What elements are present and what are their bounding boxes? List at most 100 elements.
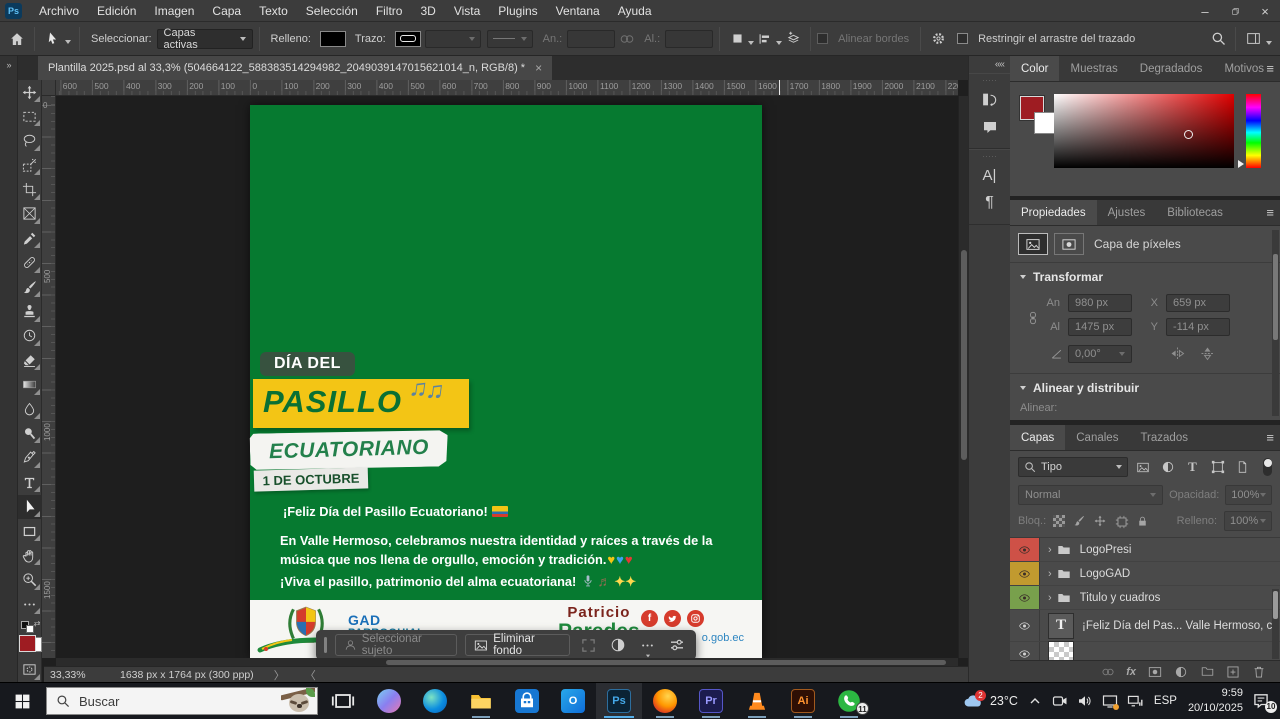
menu-archivo[interactable]: Archivo	[30, 0, 88, 22]
document-tab[interactable]: Plantilla 2025.psd al 33,3% (504664122_5…	[38, 56, 552, 80]
crop-tool[interactable]	[18, 178, 42, 202]
foreground-background-swatches[interactable]	[18, 635, 42, 651]
background-color-swatch-panel[interactable]	[1034, 112, 1056, 134]
cast-button[interactable]	[1102, 693, 1118, 709]
weather-widget[interactable]: 2 23°C	[962, 691, 1018, 711]
layer-row-2[interactable]: ›LogoGAD	[1010, 562, 1280, 586]
layer-filter-toggle[interactable]	[1263, 458, 1272, 476]
opacity-field[interactable]: 100%	[1225, 485, 1272, 505]
tool-preset-button[interactable]	[41, 28, 63, 50]
tab-color[interactable]: Color	[1010, 56, 1059, 81]
taskbar-illustrator[interactable]: Ai	[780, 683, 826, 719]
zoom-tool[interactable]	[18, 568, 42, 592]
taskbar-edge[interactable]	[412, 683, 458, 719]
blend-mode-dropdown[interactable]: Normal	[1018, 485, 1163, 505]
home-button[interactable]	[6, 28, 28, 50]
pen-tool[interactable]	[18, 446, 42, 470]
path-selection-tool[interactable]	[18, 495, 42, 519]
panel-menu-icon[interactable]: ≡	[1266, 430, 1274, 445]
move-tool[interactable]	[18, 80, 42, 104]
taskbar-search[interactable]: Buscar	[46, 687, 318, 715]
remove-background-button[interactable]: Eliminar fondo	[465, 634, 570, 656]
expand-chevron-icon[interactable]: ›	[1048, 568, 1052, 580]
eye-icon[interactable]	[1017, 648, 1032, 660]
eye-icon[interactable]	[1017, 544, 1032, 556]
transform-section-header[interactable]: Transformar	[1010, 262, 1280, 289]
taskbar-store[interactable]	[504, 683, 550, 719]
restore-button[interactable]	[1220, 0, 1250, 22]
new-adjustment-layer-icon[interactable]	[1173, 664, 1188, 679]
quick-mask-tool[interactable]	[18, 658, 42, 682]
edit-toolbar[interactable]	[18, 592, 42, 616]
lock-paint-icon[interactable]	[1072, 514, 1086, 528]
tab-bibliotecas[interactable]: Bibliotecas	[1156, 200, 1234, 225]
language-indicator[interactable]: ESP	[1154, 695, 1177, 707]
filter-pixel-layers-button[interactable]	[1132, 457, 1153, 477]
adjustments-button[interactable]	[607, 634, 629, 656]
taskbar-photoshop[interactable]: Ps	[596, 683, 642, 719]
expand-chevron-icon[interactable]: ›	[1048, 592, 1052, 604]
tab-capas[interactable]: Capas	[1010, 425, 1065, 450]
transform-x-field[interactable]: 659 px	[1166, 294, 1230, 312]
menu-ayuda[interactable]: Ayuda	[609, 0, 661, 22]
new-layer-icon[interactable]	[1225, 664, 1240, 679]
healing-brush-tool[interactable]	[18, 251, 42, 275]
marquee-tool[interactable]	[18, 104, 42, 128]
transform-width-field[interactable]: 980 px	[1068, 294, 1132, 312]
expand-chevron-icon[interactable]: ›	[1048, 544, 1052, 556]
frame-tool[interactable]	[18, 202, 42, 226]
horizontal-ruler[interactable]: 6005004003002001000100200300400500600700…	[56, 80, 958, 96]
eye-icon[interactable]	[1017, 592, 1032, 604]
notification-center-button[interactable]: 10	[1252, 692, 1272, 710]
zoom-level[interactable]: 33,33%	[50, 669, 120, 681]
tab-degradados[interactable]: Degradados	[1129, 56, 1214, 81]
default-colors-icon[interactable]: ⇄	[21, 621, 39, 630]
panel-menu-icon[interactable]: ≡	[1266, 61, 1274, 76]
menu-vista[interactable]: Vista	[445, 0, 489, 22]
tab-muestras[interactable]: Muestras	[1059, 56, 1128, 81]
bar-settings-button[interactable]	[666, 634, 688, 656]
path-alignment-button[interactable]	[754, 28, 776, 50]
new-group-icon[interactable]	[1199, 664, 1214, 679]
hue-slider-arrow[interactable]	[1238, 160, 1244, 168]
link-layers-icon[interactable]	[1100, 664, 1115, 679]
drag-handle[interactable]	[324, 637, 327, 653]
more-options-button[interactable]	[637, 634, 658, 656]
volume-button[interactable]	[1077, 693, 1093, 709]
taskbar-vlc[interactable]	[734, 683, 780, 719]
collapse-panels-button[interactable]: ««	[969, 56, 1010, 73]
tab-trazados[interactable]: Trazados	[1129, 425, 1199, 450]
mask-properties-button[interactable]	[1054, 233, 1084, 255]
menu-plugins[interactable]: Plugins	[489, 0, 546, 22]
workspace-button[interactable]	[1242, 28, 1264, 50]
fill-swatch[interactable]	[320, 31, 346, 47]
brush-tool[interactable]	[18, 275, 42, 299]
lock-position-icon[interactable]	[1093, 514, 1107, 528]
clone-stamp-tool[interactable]	[18, 300, 42, 324]
status-next-icon[interactable]: 〉	[274, 667, 285, 683]
rectangle-tool[interactable]	[18, 519, 42, 543]
hue-slider[interactable]	[1246, 94, 1261, 168]
clock[interactable]: 9:5920/10/2025	[1188, 686, 1243, 716]
object-selection-tool[interactable]	[18, 153, 42, 177]
filter-type-layers-button[interactable]: T	[1182, 457, 1203, 477]
flip-vertical-icon[interactable]	[1200, 346, 1215, 361]
tab-ajustes[interactable]: Ajustes	[1097, 200, 1157, 225]
tab-close-icon[interactable]: ×	[535, 61, 542, 75]
eyedropper-tool[interactable]	[18, 226, 42, 250]
filter-shape-layers-button[interactable]	[1207, 457, 1228, 477]
menu-imagen[interactable]: Imagen	[145, 0, 203, 22]
meet-now-button[interactable]	[1052, 693, 1068, 709]
eye-icon[interactable]	[1017, 568, 1032, 580]
taskbar-whatsapp[interactable]: 11	[826, 683, 872, 719]
filter-adjustment-layers-button[interactable]	[1157, 457, 1178, 477]
menu-filtro[interactable]: Filtro	[367, 0, 412, 22]
link-dimensions-icon[interactable]	[619, 31, 635, 47]
delete-layer-icon[interactable]	[1251, 664, 1266, 679]
comments-panel-button[interactable]	[976, 114, 1004, 140]
menu-texto[interactable]: Texto	[250, 0, 297, 22]
width-field[interactable]	[567, 30, 615, 48]
flip-horizontal-icon[interactable]	[1170, 346, 1185, 361]
lock-transparency-icon[interactable]	[1053, 515, 1065, 527]
menu-edición[interactable]: Edición	[88, 0, 145, 22]
